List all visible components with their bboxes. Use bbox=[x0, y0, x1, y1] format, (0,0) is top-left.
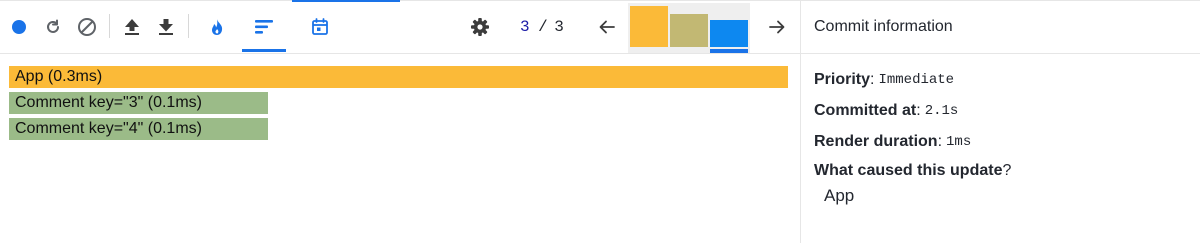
timeline-tab[interactable] bbox=[309, 16, 331, 38]
prev-arrow-icon bbox=[599, 20, 615, 34]
flamegraph-node-app[interactable]: App (0.3ms) bbox=[9, 66, 788, 88]
flamegraph-node-label: Comment key="4" (0.1ms) bbox=[15, 120, 202, 137]
commit-separator: / bbox=[538, 18, 549, 36]
commit-info-panel: Commit information Priority: Immediate C… bbox=[800, 0, 1200, 243]
update-cause-label: What caused this update bbox=[814, 162, 1003, 179]
update-cause-row: What caused this update? bbox=[814, 157, 1187, 185]
update-cause-punct: ? bbox=[1002, 162, 1012, 179]
flamegraph-node-label: App (0.3ms) bbox=[15, 68, 103, 85]
commit-info-header: Commit information bbox=[801, 0, 1200, 54]
ranked-icon bbox=[255, 20, 273, 34]
profiler-settings-button[interactable] bbox=[469, 16, 491, 38]
save-profile-button[interactable] bbox=[155, 16, 177, 38]
timeline-icon bbox=[312, 18, 328, 35]
commit-bar[interactable] bbox=[630, 6, 668, 47]
profiler-toolbar: 3 / 3 bbox=[0, 0, 800, 54]
render-duration-row: Render duration: 1ms bbox=[814, 132, 972, 150]
flamegraph-chart: App (0.3ms) Comment key="3" (0.1ms) Comm… bbox=[0, 54, 800, 243]
committed-at-row: Committed at: 2.1s bbox=[814, 101, 959, 119]
update-cause-component[interactable]: App bbox=[824, 185, 1187, 207]
reload-and-profile-button[interactable] bbox=[42, 16, 64, 38]
render-duration-label: Render duration bbox=[814, 132, 938, 150]
clear-icon bbox=[78, 18, 96, 36]
active-tab-indicator bbox=[242, 49, 286, 52]
commit-info-title: Commit information bbox=[814, 17, 953, 35]
flamegraph-node-comment-4[interactable]: Comment key="4" (0.1ms) bbox=[9, 118, 268, 140]
priority-row: Priority: Immediate bbox=[814, 70, 955, 88]
render-duration-value: 1ms bbox=[946, 133, 972, 150]
selected-commit-indicator bbox=[710, 49, 748, 53]
commit-selector-chart[interactable] bbox=[628, 3, 750, 53]
commit-bar[interactable] bbox=[710, 20, 748, 47]
profiler-main: 3 / 3 App (0.3ms) Comment key="3" (0.1ms… bbox=[0, 0, 800, 243]
commit-info-body: Priority: Immediate Committed at: 2.1s R… bbox=[801, 54, 1200, 217]
total-commits-number: 3 bbox=[554, 18, 565, 36]
clear-profiling-data-button[interactable] bbox=[76, 16, 98, 38]
upload-icon bbox=[125, 19, 139, 35]
next-commit-button[interactable] bbox=[766, 16, 788, 38]
record-icon bbox=[12, 20, 26, 34]
commit-bar[interactable] bbox=[670, 14, 708, 47]
settings-icon bbox=[471, 18, 489, 36]
download-icon bbox=[159, 19, 173, 35]
flamegraph-tab[interactable] bbox=[206, 16, 228, 38]
next-arrow-icon bbox=[769, 20, 785, 34]
committed-at-label: Committed at bbox=[814, 101, 917, 119]
priority-value: Immediate bbox=[878, 71, 955, 88]
ranked-tab[interactable] bbox=[253, 16, 275, 38]
toolbar-separator bbox=[109, 14, 110, 38]
load-profile-button[interactable] bbox=[121, 16, 143, 38]
priority-label: Priority bbox=[814, 70, 871, 88]
commit-counter: 3 / 3 bbox=[520, 16, 564, 38]
flamegraph-node-comment-3[interactable]: Comment key="3" (0.1ms) bbox=[9, 92, 268, 114]
current-commit-number: 3 bbox=[520, 18, 531, 36]
committed-at-value: 2.1s bbox=[924, 102, 959, 119]
flamegraph-icon bbox=[212, 19, 223, 35]
reload-icon bbox=[47, 19, 59, 33]
previous-commit-button[interactable] bbox=[596, 16, 618, 38]
record-button[interactable] bbox=[8, 16, 30, 38]
toolbar-separator bbox=[188, 14, 189, 38]
flamegraph-node-label: Comment key="3" (0.1ms) bbox=[15, 94, 202, 111]
